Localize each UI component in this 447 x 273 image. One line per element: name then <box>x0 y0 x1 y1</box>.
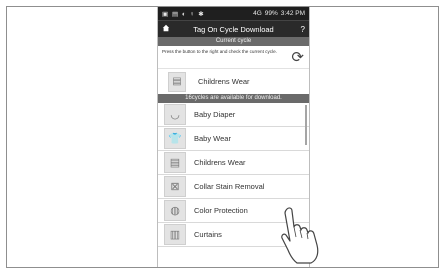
help-button[interactable]: ? <box>289 25 305 34</box>
battery-indicator: 99% <box>264 10 278 17</box>
childrens-wear-icon: ▤ <box>168 71 186 92</box>
available-cycles-header: 16cycles are available for download. <box>158 94 309 103</box>
notification-icons: ▣ ▤ ◐ ♀ ✱ <box>162 10 205 18</box>
curtains-icon: ▥ <box>164 224 186 245</box>
current-cycle-row: ▤ Childrens Wear <box>158 68 309 94</box>
hand-pointer-icon <box>281 207 319 264</box>
page-title: Tag On Cycle Download <box>193 24 274 34</box>
baby-diaper-icon: ◡ <box>164 104 186 125</box>
cycle-label: Collar Stain Removal <box>194 182 265 191</box>
current-cycle-header: Current cycle <box>158 37 309 46</box>
cycle-label: Childrens Wear <box>194 158 246 167</box>
baby-wear-icon: 👕 <box>164 128 186 149</box>
list-item[interactable]: ▤ Childrens Wear <box>158 151 309 175</box>
status-bar: ▣ ▤ ◐ ♀ ✱ 4G 99% 3:42 PM <box>158 7 309 20</box>
childrens-wear-icon: ▤ <box>164 152 186 173</box>
color-protection-icon: ◍ <box>164 200 186 221</box>
home-icon[interactable] <box>162 24 178 34</box>
figure-frame: ▣ ▤ ◐ ♀ ✱ 4G 99% 3:42 PM Tag On Cycle Do… <box>6 6 439 268</box>
scrollbar[interactable] <box>305 105 307 145</box>
title-bar: Tag On Cycle Download ? <box>158 20 309 37</box>
list-item[interactable]: ◡ Baby Diaper <box>158 103 309 127</box>
cycle-label: Baby Diaper <box>194 110 236 119</box>
list-item[interactable]: ⊠ Collar Stain Removal <box>158 175 309 199</box>
network-indicator: 4G <box>253 10 262 17</box>
current-cycle-name: Childrens Wear <box>198 77 250 86</box>
list-item[interactable]: 👕 Baby Wear <box>158 127 309 151</box>
cycle-label: Color Protection <box>194 206 248 215</box>
refresh-icon[interactable]: ⟳ <box>291 50 304 65</box>
collar-stain-icon: ⊠ <box>164 176 186 197</box>
instructions-text: Press the button to the right and check … <box>162 49 277 54</box>
cycle-label: Baby Wear <box>194 134 231 143</box>
status-time: 3:42 PM <box>280 10 305 17</box>
cycle-label: Curtains <box>194 230 222 239</box>
instructions: Press the button to the right and check … <box>158 46 309 68</box>
